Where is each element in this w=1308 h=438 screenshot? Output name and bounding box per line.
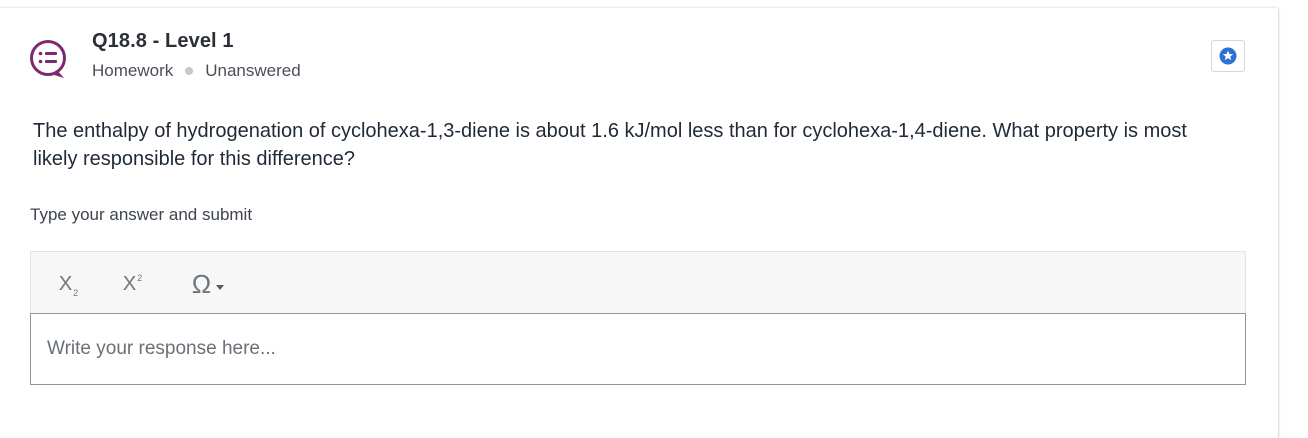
superscript-icon: X2 xyxy=(122,272,143,295)
question-meta: Homework Unanswered xyxy=(92,61,301,81)
caret-down-icon xyxy=(216,284,225,290)
question-status: Unanswered xyxy=(205,61,301,80)
speech-bubble-list-icon xyxy=(30,40,66,78)
special-characters-dropdown[interactable]: Ω xyxy=(183,267,233,301)
question-card: Q18.8 - Level 1 Homework Unanswered The … xyxy=(0,8,1278,438)
subscript-icon: X2 xyxy=(58,272,79,298)
omega-icon: Ω xyxy=(191,268,212,299)
question-title: Q18.8 - Level 1 xyxy=(92,30,234,52)
answer-editor: X2 X2 Ω xyxy=(30,251,1246,385)
subscript-button[interactable]: X2 xyxy=(55,267,81,301)
bookmark-star-button[interactable] xyxy=(1211,40,1245,72)
editor-toolbar: X2 X2 Ω xyxy=(30,251,1246,314)
response-input[interactable] xyxy=(30,313,1246,385)
superscript-button[interactable]: X2 xyxy=(119,267,145,301)
question-category: Homework xyxy=(92,61,174,80)
answer-prompt: Type your answer and submit xyxy=(30,205,253,224)
separator-dot xyxy=(185,67,194,75)
question-text: The enthalpy of hydrogenation of cyclohe… xyxy=(33,120,1187,170)
star-badge-icon xyxy=(1219,47,1237,65)
